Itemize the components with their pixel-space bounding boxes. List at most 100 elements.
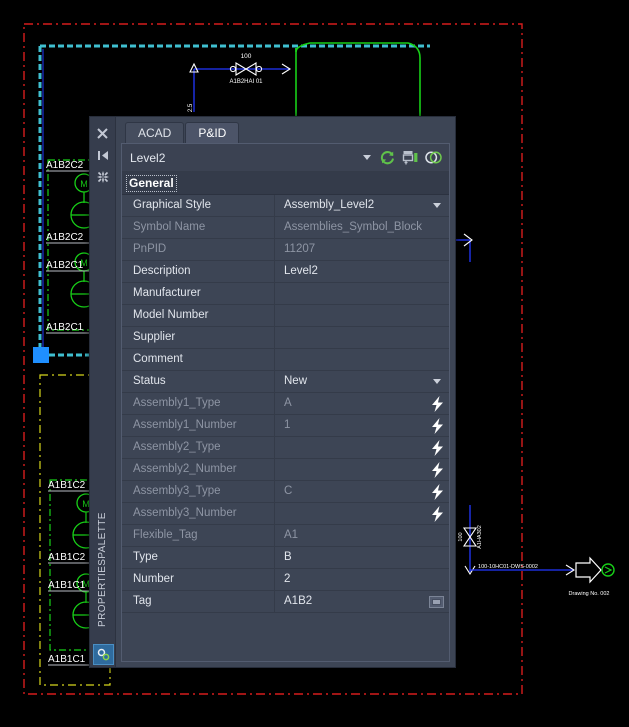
chevron-down-icon[interactable] [433,203,441,208]
category-header[interactable]: General [122,172,449,195]
property-value: A1 [284,529,299,541]
property-name: Assembly3_Type [122,481,275,502]
palette-content: ACAD P&ID Level2 General Graphical Style… [116,117,455,667]
property-value-cell[interactable]: 1 [275,415,449,436]
property-grid: Graphical Style Assembly_Level2 Symbol Nam… [122,195,449,661]
property-value-cell[interactable] [275,327,449,348]
lightning-bolt-icon[interactable] [430,417,445,434]
property-name: Symbol Name [122,217,275,238]
property-value: New [284,375,308,387]
property-value-cell[interactable] [275,349,449,370]
property-name: Assembly2_Number [122,459,275,480]
field-picker-glyph [432,598,441,605]
property-value-cell[interactable] [275,503,449,524]
svg-text:A1B2C1: A1B2C1 [46,260,84,271]
property-row[interactable]: Status New [122,371,449,393]
lightning-bolt-icon[interactable] [430,505,445,522]
property-value-cell[interactable]: A [275,393,449,414]
properties-palette-window[interactable]: PROPERTIESPALETTE ACAD P&ID Level2 Gener… [89,116,456,668]
chevron-down-icon[interactable] [433,379,441,384]
field-picker-button[interactable] [429,595,444,608]
auto-hide-icon[interactable] [90,144,115,166]
svg-text:A1B1C1: A1B1C1 [48,580,86,591]
property-row[interactable]: Description Level2 [122,261,449,283]
property-name: Tag [122,591,275,612]
palette-properties-icon[interactable] [90,166,115,188]
lightning-bolt-icon[interactable] [430,395,445,412]
property-name: Type [122,547,275,568]
property-row[interactable]: Assembly3_Number [122,503,449,525]
property-value-cell[interactable]: B [275,547,449,568]
property-row[interactable]: Tag A1B2 [122,591,449,613]
property-row[interactable]: Model Number [122,305,449,327]
property-row[interactable]: Assembly1_Number 1 [122,415,449,437]
property-value-cell[interactable] [275,305,449,326]
property-value-cell[interactable]: New [275,371,449,392]
property-row[interactable]: Number 2 [122,569,449,591]
lightning-bolt-icon[interactable] [430,483,445,500]
palette-options-icon[interactable] [93,644,114,665]
motor-label: M [80,179,88,189]
property-name: Graphical Style [122,195,275,216]
property-name: Description [122,261,275,282]
property-row[interactable]: Assembly3_Type C [122,481,449,503]
property-value: Level2 [284,265,318,277]
property-value-cell[interactable]: 2 [275,569,449,590]
svg-text:A1B2C2: A1B2C2 [46,232,84,243]
toggle-value-icon[interactable] [425,149,442,166]
offpage-connector-node-arrow [604,566,613,574]
property-name: Assembly1_Type [122,393,275,414]
property-row[interactable]: Supplier [122,327,449,349]
property-name: Number [122,569,275,590]
refresh-icon[interactable] [379,149,396,166]
property-name: PnPID [122,239,275,260]
property-value: Assemblies_Symbol_Block [284,221,423,233]
property-row[interactable]: Assembly2_Type [122,437,449,459]
quick-select-icon[interactable] [402,149,419,166]
palette-tabbar: ACAD P&ID [116,117,455,143]
property-value-cell[interactable]: A1B2 [275,591,449,612]
property-row[interactable]: Assembly2_Number [122,459,449,481]
property-row[interactable]: PnPID 11207 [122,239,449,261]
property-row[interactable]: Symbol Name Assemblies_Symbol_Block [122,217,449,239]
property-name: Comment [122,349,275,370]
property-value: Assembly_Level2 [284,199,375,211]
property-value-cell[interactable] [275,459,449,480]
chevron-down-icon [363,155,371,160]
property-value-cell[interactable]: Assemblies_Symbol_Block [275,217,449,238]
property-row[interactable]: Comment [122,349,449,371]
close-icon[interactable] [90,122,115,144]
lightning-bolt-icon[interactable] [430,461,445,478]
property-value-cell[interactable] [275,437,449,458]
property-name: Assembly2_Type [122,437,275,458]
lightning-bolt-icon[interactable] [430,439,445,456]
property-value-cell[interactable]: 11207 [275,239,449,260]
property-row[interactable]: Graphical Style Assembly_Level2 [122,195,449,217]
object-selector-dropdown[interactable]: Level2 [122,144,376,171]
category-label: General [126,174,177,192]
property-row[interactable]: Assembly1_Type A [122,393,449,415]
offpage-connector-symbol [575,556,602,584]
svg-text:A1B1C2: A1B1C2 [48,480,86,491]
property-value-cell[interactable]: A1 [275,525,449,546]
property-value-cell[interactable]: C [275,481,449,502]
property-value: 2 [284,573,291,585]
line-tag-label: 100-10HC01-DWS-0002 [478,564,538,570]
property-value: 1 [284,419,291,431]
selection-grip[interactable] [33,347,49,363]
property-value: A [284,397,292,409]
palette-frame: Level2 General Graphical Style Assembly_… [121,143,450,662]
property-value-cell[interactable]: Level2 [275,261,449,282]
tab-acad[interactable]: ACAD [125,122,185,143]
property-row[interactable]: Type B [122,547,449,569]
property-value-cell[interactable]: Assembly_Level2 [275,195,449,216]
valve-tag-label-right: A1HA302 [477,525,483,549]
tab-pid[interactable]: P&ID [185,122,240,143]
property-name: Manufacturer [122,283,275,304]
palette-title: PROPERTIESPALETTE [97,512,108,627]
property-row[interactable]: Manufacturer [122,283,449,305]
offpage-label: Drawing No. 002 [569,591,610,597]
property-row[interactable]: Flexible_Tag A1 [122,525,449,547]
property-value-cell[interactable] [275,283,449,304]
property-value: C [284,485,293,497]
